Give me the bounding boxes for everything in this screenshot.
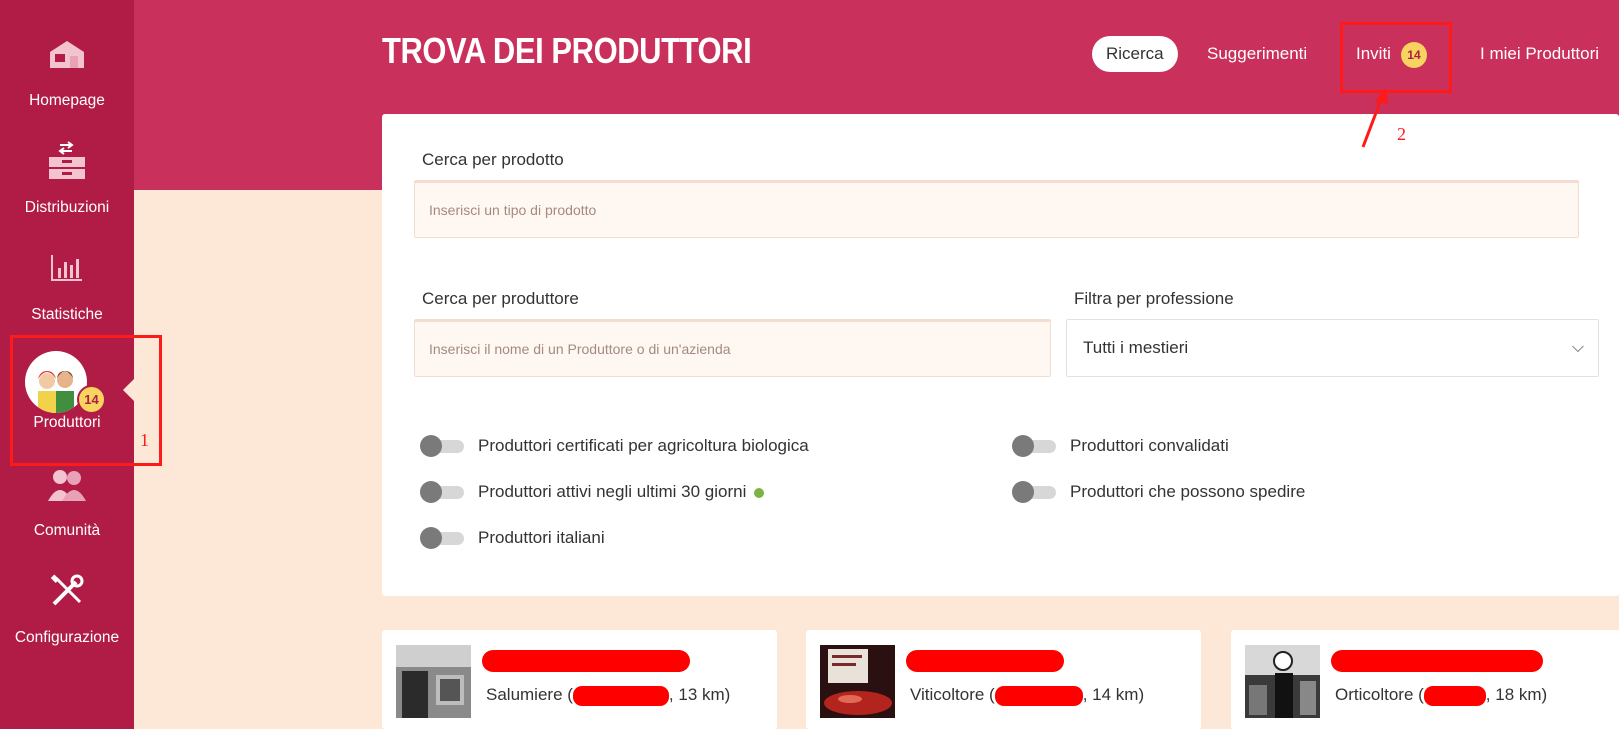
redacted-location [994,685,1083,706]
community-icon [0,466,134,502]
filter-label: Produttori convalidati [1070,436,1229,455]
toggle-switch[interactable] [420,481,464,503]
sidebar-item-distribuzioni[interactable]: Distribuzioni [0,117,134,221]
filter-label-text: Produttori attivi negli ultimi 30 giorni [478,482,747,501]
redacted-producer-name [906,650,1064,672]
producer-info: Orticoltore ( , 18 km) [1335,685,1547,706]
bar-chart-icon [0,250,134,286]
toggle-switch[interactable] [420,435,464,457]
producer-info: Salumiere ( , 13 km) [486,685,730,706]
profession-select-value: Tutti i mestieri [1083,338,1189,357]
sidebar-item-homepage[interactable]: Homepage [0,10,134,114]
tab-i-miei-produttori[interactable]: I miei Produttori [1480,36,1599,72]
producer-profession: Viticoltore ( [910,685,995,704]
producer-distance: , 13 km) [668,685,731,704]
redacted-producer-name [482,650,690,672]
producer-photo [820,645,895,718]
annotation-number-1: 1 [140,430,149,450]
sidebar-item-label: Comunità [33,522,101,539]
filter-label: Produttori certificati per agricoltura b… [478,436,809,455]
producer-info: Viticoltore ( , 14 km) [910,685,1144,706]
annotation-box-inviti [1340,22,1452,93]
filter-label: Produttori che possono spedire [1070,482,1306,501]
tab-suggerimenti[interactable]: Suggerimenti [1207,36,1307,72]
redacted-producer-name [1331,650,1543,672]
producer-profession: Salumiere ( [486,685,573,704]
profession-filter-label: Filtra per professione [1074,289,1234,308]
producer-card[interactable]: Salumiere ( , 13 km) [382,630,777,729]
active-status-dot [754,487,765,498]
search-card: Cerca per prodotto Inserisci un tipo di … [382,114,1619,596]
filter-label: Produttori italiani [478,528,605,547]
sidebar-item-label: Distribuzioni [24,199,110,216]
producer-photo [396,645,471,718]
producer-card[interactable]: Orticoltore ( , 18 km) [1231,630,1619,729]
toggle-switch[interactable] [1012,435,1056,457]
product-search-label: Cerca per prodotto [422,150,564,169]
profession-select[interactable]: Tutti i mestieri ⌵ [1066,319,1599,377]
toggle-switch[interactable] [420,527,464,549]
sidebar-item-label: Configurazione [14,629,120,646]
producer-search-label: Cerca per produttore [422,289,579,308]
producer-distance: , 14 km) [1082,685,1145,704]
toggle-switch[interactable] [1012,481,1056,503]
redacted-location [1423,685,1486,706]
annotation-number-2: 2 [1397,124,1406,144]
producer-card[interactable]: Viticoltore ( , 14 km) [806,630,1201,729]
home-icon [0,36,134,72]
tab-ricerca[interactable]: Ricerca [1092,36,1178,72]
producer-photo [1245,645,1320,718]
chevron-down-icon: ⌵ [1571,339,1584,356]
producer-profession: Orticoltore ( [1335,685,1424,704]
sidebar-item-configurazione[interactable]: Configurazione [0,547,134,651]
producer-search-input[interactable]: Inserisci il nome di un Produttore o di … [414,319,1051,377]
sidebar-item-statistiche[interactable]: Statistiche [0,224,134,328]
tools-icon [0,573,134,609]
product-search-input[interactable]: Inserisci un tipo di prodotto [414,180,1579,238]
sidebar-item-label: Homepage [29,92,105,109]
page-title: TROVA DEI PRODUTTORI [382,30,752,71]
producer-distance: , 18 km) [1485,685,1548,704]
redacted-location [572,685,669,706]
filter-label: Produttori attivi negli ultimi 30 giorni [478,480,765,504]
boxes-exchange-icon [0,141,134,179]
